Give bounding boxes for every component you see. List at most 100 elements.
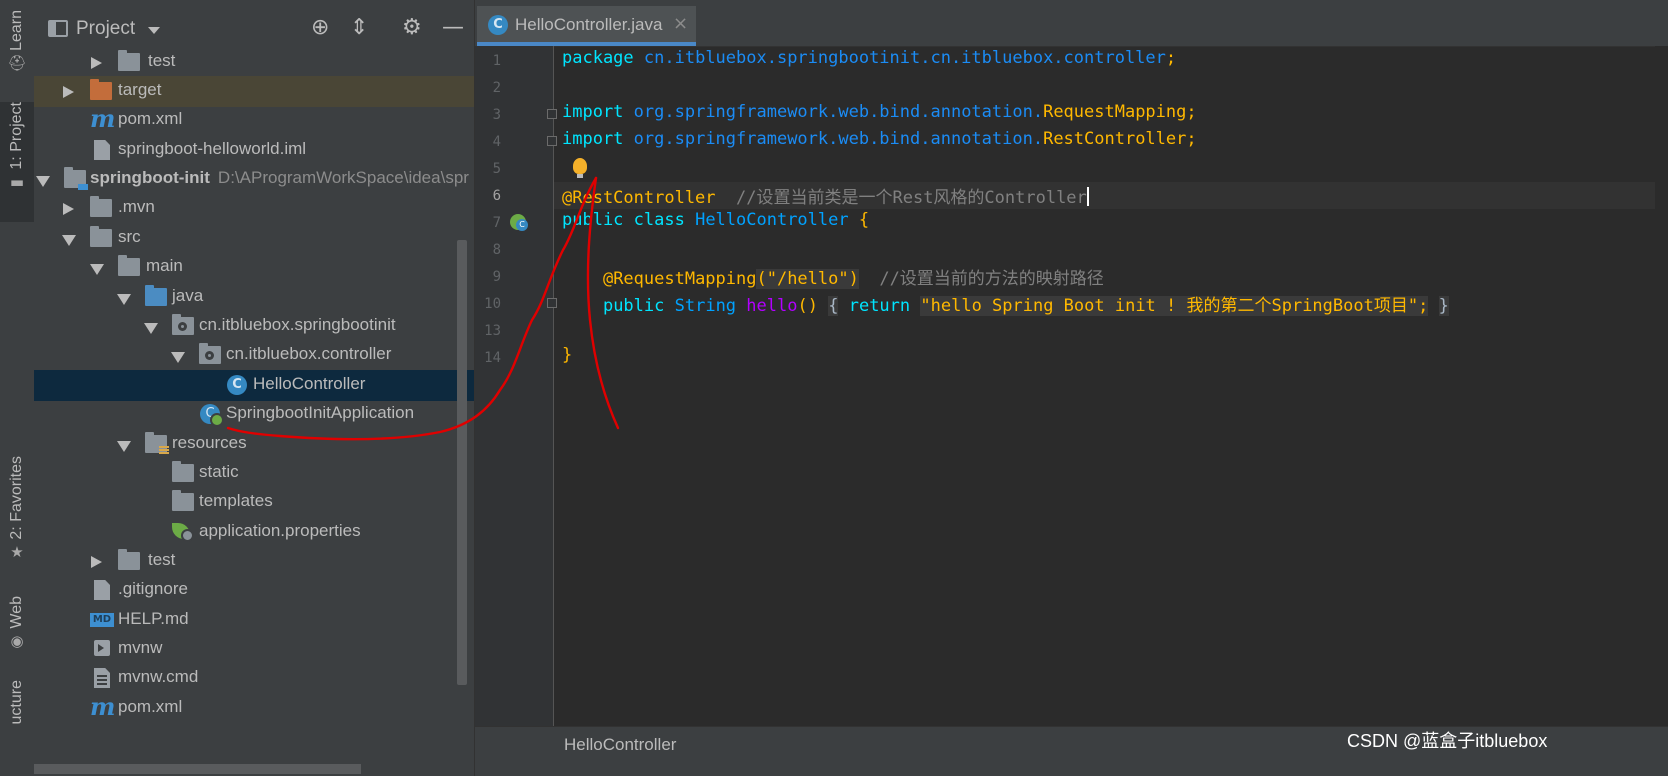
expand-arrow-icon[interactable] [63, 86, 74, 98]
collapse-arrow-icon[interactable] [171, 352, 185, 363]
comment: //设置当前的方法的映射路径 [879, 269, 1104, 289]
expand-arrow-icon[interactable] [63, 203, 74, 215]
code-line-14[interactable]: } [562, 345, 572, 365]
keyword: public class [562, 210, 685, 230]
fold-marker-icon[interactable] [547, 298, 557, 308]
code-line-3[interactable]: import org.springframework.web.bind.anno… [562, 102, 1197, 122]
editor-tab-bar: C HelloController.java × [475, 0, 1668, 47]
favorites-tab[interactable]: 2: Favorites ★ [0, 456, 34, 576]
chevron-down-icon[interactable] [148, 27, 160, 34]
folder-icon [118, 549, 140, 570]
tree-item-mvn[interactable]: .mvn [34, 193, 504, 224]
web-tab[interactable]: Web ◉ [0, 596, 34, 662]
horizontal-scrollbar[interactable] [34, 764, 361, 774]
lightbulb-icon[interactable] [573, 158, 587, 178]
spring-bean-gutter-icon[interactable] [510, 214, 528, 231]
folder-icon [90, 226, 112, 247]
line-number: 7 [492, 215, 501, 231]
collapse-all-icon[interactable]: ⇕ [350, 15, 368, 41]
collapse-arrow-icon[interactable] [144, 323, 158, 334]
semicolon: ; [1186, 102, 1197, 122]
line-number: 10 [484, 296, 501, 312]
code-line-6[interactable]: @RestController //设置当前类是一个Rest风格的Control… [562, 183, 1089, 208]
breadcrumb[interactable]: HelloController [564, 735, 676, 755]
tree-item-pom-2[interactable]: m pom.xml [34, 693, 504, 724]
code-line-9[interactable]: @RequestMapping("/hello") //设置当前的方法的映射路径 [562, 264, 1104, 289]
tree-item-templates[interactable]: templates [34, 487, 504, 518]
fold-marker-icon[interactable] [547, 109, 557, 119]
project-tab[interactable]: 1: Project ▬ [0, 102, 34, 222]
collapse-arrow-icon[interactable] [117, 294, 131, 305]
expand-arrow-icon[interactable] [91, 556, 102, 568]
tree-item-label: HelloController [253, 374, 366, 393]
line-number: 8 [492, 242, 501, 258]
collapse-arrow-icon[interactable] [36, 176, 50, 187]
tree-item-test[interactable]: test [34, 47, 504, 78]
learn-tab[interactable]: Learn ⛑ [0, 10, 34, 90]
tree-item-resources[interactable]: resources [34, 429, 504, 460]
tree-item-package-controller[interactable]: cn.itbluebox.controller [34, 340, 504, 371]
tree-item-application-properties[interactable]: application.properties [34, 517, 504, 548]
line-number: 4 [492, 134, 501, 150]
tree-item-label: cn.itbluebox.springbootinit [199, 315, 396, 334]
tree-item-main[interactable]: main [34, 252, 504, 283]
tree-item-java[interactable]: java [34, 282, 504, 313]
tree-item-label: springboot-init D:\AProgramWorkSpace\idea… [90, 168, 469, 188]
project-panel-title[interactable]: Project [76, 18, 135, 40]
tree-item-static[interactable]: static [34, 458, 504, 489]
tree-item-test-2[interactable]: test [34, 546, 504, 577]
structure-tab[interactable]: ucture [0, 680, 34, 776]
code-line-10[interactable]: public String hello() { return "hello Sp… [562, 291, 1449, 316]
tree-item-mvnw-cmd[interactable]: mvnw.cmd [34, 663, 504, 694]
fold-marker-icon[interactable] [547, 136, 557, 146]
collapse-arrow-icon[interactable] [117, 441, 131, 452]
tree-item-springbootinitapplication[interactable]: C SpringbootInitApplication [34, 399, 504, 430]
class-icon: C [227, 375, 247, 395]
code-line-7[interactable]: public class HelloController { [562, 210, 869, 230]
class-name: HelloController [695, 210, 849, 230]
close-icon[interactable]: × [673, 13, 688, 34]
tree-item-gitignore[interactable]: .gitignore [34, 575, 504, 606]
tree-item-target[interactable]: target [34, 76, 504, 107]
collapse-arrow-icon[interactable] [62, 235, 76, 246]
class-name: RequestMapping [1043, 102, 1187, 122]
tree-item-src[interactable]: src [34, 223, 504, 254]
shell-script-icon [94, 640, 110, 656]
tab-label: HelloController.java [515, 15, 663, 34]
tree-item-package-springbootinit[interactable]: cn.itbluebox.springbootinit [34, 311, 504, 342]
collapse-arrow-icon[interactable] [90, 264, 104, 275]
comment: //设置当前类是一个Rest风格的Controller [736, 188, 1087, 208]
tree-item-label: templates [199, 491, 273, 510]
line-number: 2 [492, 80, 501, 96]
expand-arrow-icon[interactable] [91, 57, 102, 69]
keyword: public [602, 296, 665, 316]
tree-item-help-md[interactable]: MD HELP.md [34, 605, 504, 636]
hide-icon[interactable]: — [442, 15, 464, 41]
semicolon: ; [1418, 296, 1429, 316]
semicolon: ; [1186, 129, 1197, 149]
tree-item-label: .gitignore [118, 579, 188, 598]
tree-item-mvnw[interactable]: mvnw [34, 634, 504, 665]
tree-item-iml[interactable]: springboot-helloworld.iml [34, 135, 504, 166]
tab-hellocontroller-java[interactable]: C HelloController.java × [477, 6, 696, 46]
vertical-scrollbar[interactable] [457, 240, 467, 685]
keyword: return [848, 296, 911, 316]
editor-scrollbar[interactable] [1655, 46, 1668, 726]
keyword: import [562, 102, 624, 122]
gear-icon[interactable]: ⚙ [402, 15, 422, 41]
locate-icon[interactable]: ⊕ [311, 15, 329, 41]
line-number: 6 [492, 188, 501, 204]
star-icon: ★ [10, 542, 24, 561]
code-line-4[interactable]: import org.springframework.web.bind.anno… [562, 129, 1197, 149]
module-name: springboot-init [90, 168, 210, 187]
tree-item-springboot-init[interactable]: springboot-init D:\AProgramWorkSpace\idea… [34, 164, 504, 195]
tree-item-label: cn.itbluebox.controller [226, 344, 392, 363]
tree-item-hellocontroller[interactable]: C HelloController [34, 370, 504, 401]
package-icon [172, 314, 194, 335]
tree-item-pom[interactable]: m pom.xml [34, 105, 504, 136]
iml-file-icon [94, 140, 110, 160]
code-line-1[interactable]: package cn.itbluebox.springbootinit.cn.i… [562, 48, 1176, 68]
tree-item-label: HELP.md [118, 609, 189, 628]
favorites-tab-label: 2: Favorites [8, 456, 25, 540]
web-tab-label: Web [8, 596, 25, 629]
